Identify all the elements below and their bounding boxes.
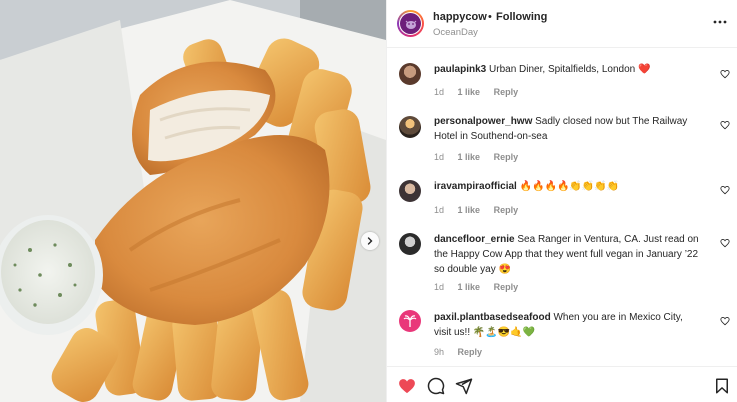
bookmark-icon[interactable] xyxy=(713,377,731,395)
comment-username[interactable]: personalpower_hww xyxy=(434,116,532,127)
comment-message: 🔥🔥🔥🔥👏👏👏👏 xyxy=(519,181,620,192)
commenter-avatar[interactable] xyxy=(399,233,421,255)
commenter-avatar[interactable] xyxy=(399,63,421,85)
happycow-logo-icon xyxy=(400,13,421,34)
comment-time: 1d xyxy=(434,87,445,97)
comment-username[interactable]: iravampiraofficial xyxy=(434,181,517,192)
post-actions-bar xyxy=(387,366,737,402)
author-avatar[interactable] xyxy=(397,10,424,37)
comment-username[interactable]: dancefloor_ernie xyxy=(434,234,515,245)
chevron-right-icon xyxy=(367,237,373,245)
comment-bubble-icon[interactable] xyxy=(427,377,445,395)
reply-button[interactable]: Reply xyxy=(494,282,519,292)
comment-time: 9h xyxy=(434,347,445,357)
commenter-avatar[interactable] xyxy=(399,310,421,332)
commenter-avatar[interactable] xyxy=(399,180,421,202)
reply-button[interactable]: Reply xyxy=(458,347,483,357)
comments-list: paulapink3 Urban Diner, Spitalfields, Lo… xyxy=(387,48,737,366)
commenter-avatar[interactable] xyxy=(399,116,421,138)
following-button[interactable]: Following xyxy=(496,11,547,23)
author-username[interactable]: happycow xyxy=(433,11,487,23)
comment-time: 1d xyxy=(434,282,445,292)
post-location[interactable]: OceanDay xyxy=(433,27,478,38)
comment-likes[interactable]: 1 like xyxy=(458,87,481,97)
comment-likes[interactable]: 1 like xyxy=(458,282,481,292)
comment-text: paxil.plantbasedseafood When you are in … xyxy=(434,310,702,340)
comment-likes[interactable]: 1 like xyxy=(458,205,481,215)
heart-outline-icon[interactable] xyxy=(720,120,730,130)
paper-plane-icon[interactable] xyxy=(455,377,473,395)
comment-meta: 1d 1 like Reply xyxy=(434,205,529,215)
post-photo[interactable] xyxy=(0,0,386,402)
heart-outline-icon[interactable] xyxy=(720,238,730,248)
more-horizontal-icon[interactable] xyxy=(712,14,728,30)
comment-text: dancefloor_ernie Sea Ranger in Ventura, … xyxy=(434,232,702,277)
post-header: happycow • Following OceanDay xyxy=(387,0,737,48)
reply-button[interactable]: Reply xyxy=(494,152,519,162)
heart-filled-icon[interactable] xyxy=(398,377,416,395)
heart-outline-icon[interactable] xyxy=(720,69,730,79)
comment-meta: 1d 1 like Reply xyxy=(434,152,529,162)
next-photo-button[interactable] xyxy=(361,232,379,250)
instagram-post: happycow • Following OceanDay paulapink3… xyxy=(0,0,737,402)
fish-and-chips-image xyxy=(0,0,386,402)
comment-time: 1d xyxy=(434,152,445,162)
palm-tree-icon xyxy=(403,315,417,327)
comment-time: 1d xyxy=(434,205,445,215)
comment-text: paulapink3 Urban Diner, Spitalfields, Lo… xyxy=(434,62,702,77)
comment-message: Urban Diner, Spitalfields, London ❤️ xyxy=(489,64,651,75)
comment-likes[interactable]: 1 like xyxy=(458,152,481,162)
comment-username[interactable]: paulapink3 xyxy=(434,64,486,75)
heart-outline-icon[interactable] xyxy=(720,316,730,326)
comment-meta: 9h Reply xyxy=(434,347,493,357)
reply-button[interactable]: Reply xyxy=(494,205,519,215)
comment-meta: 1d 1 like Reply xyxy=(434,282,529,292)
comment-meta: 1d 1 like Reply xyxy=(434,87,529,97)
header-separator: • xyxy=(488,11,492,23)
reply-button[interactable]: Reply xyxy=(494,87,519,97)
post-side-panel: happycow • Following OceanDay paulapink3… xyxy=(386,0,737,402)
comment-text: personalpower_hww Sadly closed now but T… xyxy=(434,114,702,144)
comment-username[interactable]: paxil.plantbasedseafood xyxy=(434,312,551,323)
comment-text: iravampiraofficial 🔥🔥🔥🔥👏👏👏👏 xyxy=(434,179,702,194)
heart-outline-icon[interactable] xyxy=(720,185,730,195)
